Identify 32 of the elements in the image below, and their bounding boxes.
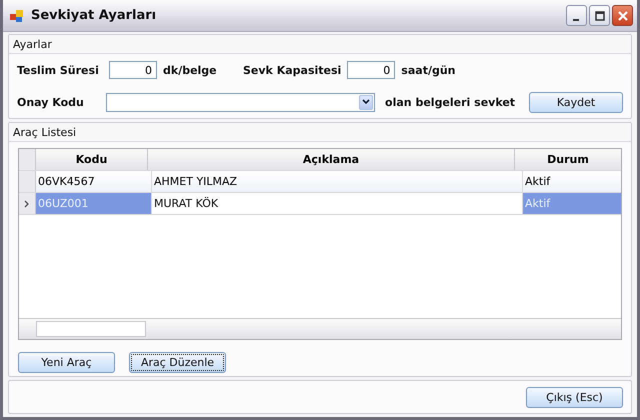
minimize-button[interactable] bbox=[566, 5, 587, 26]
capacity-field[interactable]: 0 bbox=[347, 61, 396, 79]
close-button[interactable] bbox=[612, 5, 633, 26]
filter-field[interactable] bbox=[36, 321, 146, 337]
row-header bbox=[19, 149, 36, 170]
maximize-icon bbox=[594, 10, 604, 20]
exit-button[interactable]: Çıkış (Esc) bbox=[526, 386, 623, 408]
field-label: Onay Kodu bbox=[17, 96, 85, 108]
table-cell[interactable]: 06VK4567 bbox=[36, 171, 152, 192]
close-icon bbox=[616, 10, 628, 22]
column-header[interactable]: Durum bbox=[515, 149, 621, 170]
maximize-button[interactable] bbox=[589, 5, 610, 26]
row-header[interactable] bbox=[19, 193, 36, 214]
column-header[interactable]: Kodu bbox=[36, 149, 148, 170]
suffix-label: olan belgeleri sevket bbox=[385, 96, 516, 108]
panel-title: Araç Listesi bbox=[13, 126, 76, 138]
panel-title: Ayarlar bbox=[13, 38, 52, 50]
unit-label: dk/belge bbox=[163, 64, 218, 76]
delivery-time-field[interactable]: 0 bbox=[109, 61, 157, 79]
window-title: Sevkiyat Ayarları bbox=[31, 8, 158, 23]
unit-label: saat/gün bbox=[401, 64, 456, 76]
table-cell[interactable]: MURAT KÖK bbox=[152, 193, 523, 214]
minimize-icon bbox=[572, 18, 578, 20]
action-button[interactable]: Yeni Araç bbox=[18, 352, 115, 373]
window-icon bbox=[9, 8, 25, 24]
column-header[interactable]: Açıklama bbox=[148, 149, 515, 170]
field-label: Sevk Kapasitesi bbox=[243, 64, 342, 76]
current-row-icon bbox=[24, 200, 30, 208]
table-cell[interactable]: AHMET YILMAZ bbox=[152, 171, 523, 192]
field-label: Teslim Süresi bbox=[17, 64, 100, 76]
action-button[interactable]: Araç Düzenle bbox=[129, 352, 226, 373]
save-button[interactable]: Kaydet bbox=[529, 92, 623, 112]
